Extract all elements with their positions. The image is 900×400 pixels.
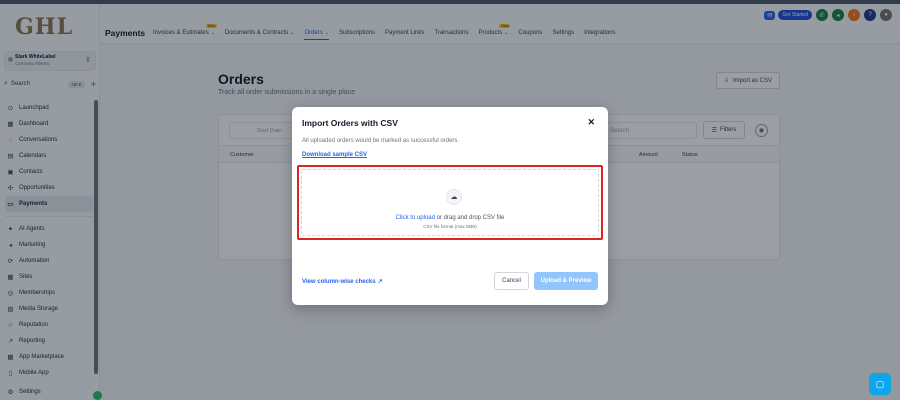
click-to-upload-link[interactable]: Click to upload bbox=[396, 215, 435, 221]
file-format-hint: CSV file format (max 5MB) bbox=[423, 224, 477, 229]
column-checks-label: View column-wise checks bbox=[302, 279, 376, 285]
cancel-button[interactable]: Cancel bbox=[494, 272, 529, 290]
close-icon[interactable]: ✕ bbox=[587, 117, 595, 128]
dropzone-area: ☁ Click to upload or drag and drop CSV f… bbox=[301, 169, 599, 236]
chat-widget-icon[interactable]: ▢ bbox=[869, 373, 891, 395]
import-orders-modal: Import Orders with CSV ✕ All uploaded or… bbox=[292, 107, 608, 305]
drag-drop-text: or drag and drop CSV file bbox=[434, 215, 505, 221]
upload-preview-button[interactable]: Upload & Preview bbox=[534, 272, 598, 290]
external-link-icon: ↗ bbox=[377, 279, 383, 285]
upload-cloud-icon: ☁ bbox=[446, 189, 462, 205]
modal-title: Import Orders with CSV bbox=[302, 118, 398, 128]
download-sample-link[interactable]: Download sample CSV bbox=[302, 152, 367, 158]
modal-info: All uploaded orders would be marked as s… bbox=[302, 138, 460, 144]
dropzone-text: Click to upload or drag and drop CSV fil… bbox=[302, 215, 598, 221]
csv-dropzone[interactable]: ☁ Click to upload or drag and drop CSV f… bbox=[297, 165, 603, 240]
column-checks-link[interactable]: View column-wise checks ↗ bbox=[302, 278, 383, 285]
